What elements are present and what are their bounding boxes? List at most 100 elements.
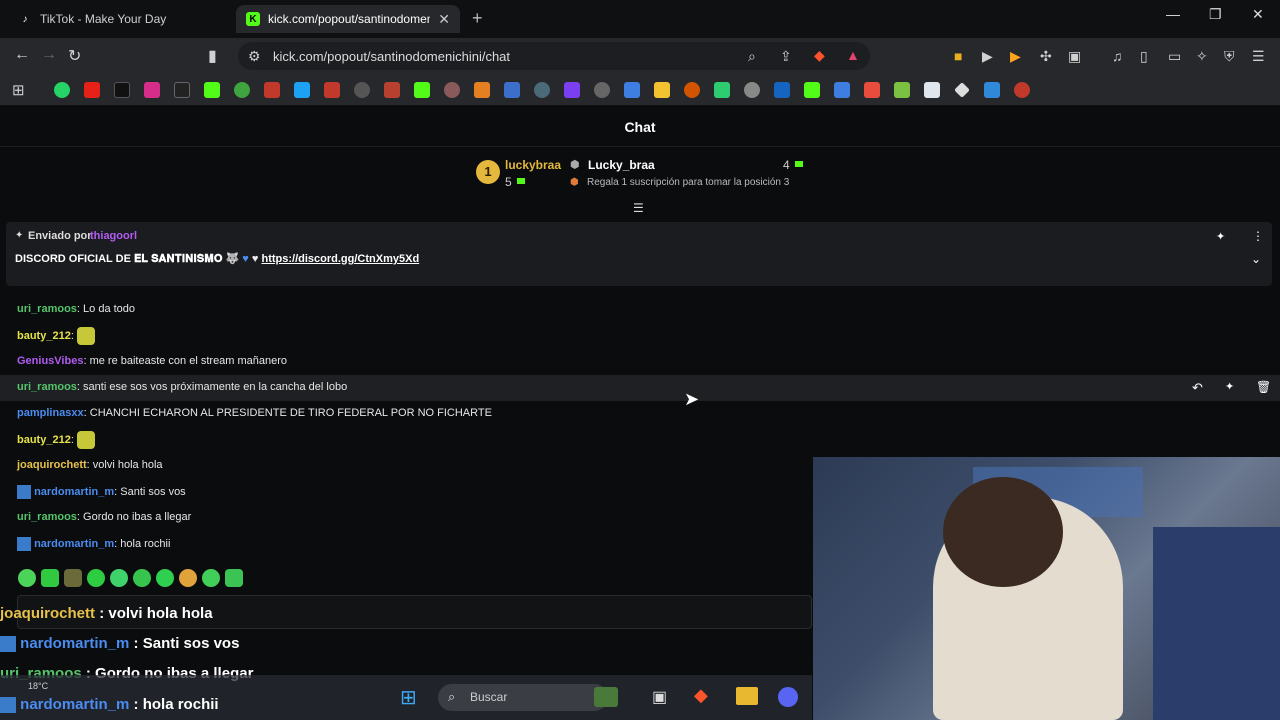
- bookmark-icon[interactable]: [354, 82, 370, 98]
- bookmark-icon[interactable]: [714, 82, 730, 98]
- download-icon[interactable]: [864, 82, 880, 98]
- x-icon[interactable]: [174, 82, 190, 98]
- emote-icon[interactable]: [179, 569, 197, 587]
- share-icon[interactable]: ⇪: [780, 48, 792, 65]
- pin-icon[interactable]: ✦: [1225, 380, 1234, 393]
- url-field[interactable]: ⚙ kick.com/popout/santinodomenichini/cha…: [238, 42, 870, 70]
- bookmark-icon[interactable]: [234, 82, 250, 98]
- bookmark-icon[interactable]: [1014, 82, 1030, 98]
- back-icon[interactable]: ←: [14, 46, 30, 64]
- download-icon[interactable]: [984, 82, 1000, 98]
- whatsapp-icon[interactable]: [54, 82, 70, 98]
- music-icon[interactable]: ♫: [1112, 48, 1123, 64]
- paypal-icon[interactable]: [774, 82, 790, 98]
- message-user[interactable]: GeniusVibes: [17, 355, 83, 367]
- second-user[interactable]: Lucky_braa: [588, 158, 655, 172]
- forward-icon[interactable]: →: [41, 46, 57, 64]
- bookmark-icon[interactable]: [534, 82, 550, 98]
- bookmark-icon[interactable]: [654, 82, 670, 98]
- discord-icon[interactable]: [778, 687, 798, 707]
- emote-icon[interactable]: [202, 569, 220, 587]
- delete-icon[interactable]: 🗑: [1256, 380, 1271, 394]
- emote-icon[interactable]: [156, 569, 174, 587]
- gmail-icon[interactable]: [264, 82, 280, 98]
- unpin-icon[interactable]: ✦: [1216, 230, 1225, 243]
- emote-icon[interactable]: [110, 569, 128, 587]
- docs-icon[interactable]: [624, 82, 640, 98]
- tab-tiktok[interactable]: ♪ TikTok - Make Your Day: [8, 5, 232, 33]
- instagram-icon[interactable]: [144, 82, 160, 98]
- twitch-icon[interactable]: [564, 82, 580, 98]
- message-user[interactable]: bauty_212: [17, 330, 71, 342]
- emote-icon[interactable]: [133, 569, 151, 587]
- task-view-icon[interactable]: ▣: [652, 687, 667, 707]
- bookmark-icon[interactable]: ▮: [208, 46, 217, 66]
- leo-icon[interactable]: ✧: [1196, 48, 1208, 65]
- maximize-icon[interactable]: ❐: [1209, 6, 1222, 23]
- discord-link[interactable]: https://discord.gg/CtnXmy5Xd: [261, 253, 419, 265]
- message-user[interactable]: pamplinasxx: [17, 407, 84, 419]
- apps-grid-icon[interactable]: ⊞: [12, 81, 25, 99]
- bookmark-icon[interactable]: [474, 82, 490, 98]
- puzzle-icon[interactable]: ✣: [1040, 48, 1052, 65]
- close-tab-icon[interactable]: ✕: [438, 11, 450, 28]
- bookmark-icon[interactable]: [504, 82, 520, 98]
- message-user[interactable]: uri_ramoos: [17, 303, 77, 315]
- message-user[interactable]: nardomartin_m: [34, 538, 114, 550]
- emote-icon[interactable]: [64, 569, 82, 587]
- reply-icon[interactable]: ↶: [1192, 380, 1203, 396]
- new-tab-icon[interactable]: +: [472, 8, 483, 29]
- brave-shield-icon[interactable]: ◆: [814, 47, 825, 64]
- vpn-icon[interactable]: ⛨: [1224, 48, 1235, 65]
- message-user[interactable]: bauty_212: [17, 434, 71, 446]
- minimize-icon[interactable]: —: [1166, 6, 1180, 22]
- message-user[interactable]: joaquirochett: [17, 459, 87, 471]
- openai-icon[interactable]: [594, 82, 610, 98]
- message-user[interactable]: uri_ramoos: [17, 511, 77, 523]
- expand-leaderboard-icon[interactable]: ☰: [633, 201, 644, 215]
- brave-icon[interactable]: ◆: [694, 685, 708, 706]
- download-icon[interactable]: [894, 82, 910, 98]
- stats-icon[interactable]: [324, 82, 340, 98]
- sidebar-icon[interactable]: ▯: [1140, 48, 1148, 65]
- bookmark-icon[interactable]: [384, 82, 400, 98]
- taskbar-search[interactable]: ⌕ Buscar: [438, 684, 608, 711]
- kick-icon[interactable]: [804, 82, 820, 98]
- extension-icon[interactable]: ■: [954, 48, 962, 64]
- site-info-icon[interactable]: ⚙: [248, 48, 261, 65]
- kick-icon[interactable]: [414, 82, 430, 98]
- docs-icon[interactable]: [834, 82, 850, 98]
- media-icon[interactable]: ▶: [1010, 48, 1021, 65]
- emote-icon[interactable]: [41, 569, 59, 587]
- bookmark-icon[interactable]: [744, 82, 760, 98]
- pinned-sender[interactable]: thiagoorl: [90, 230, 137, 242]
- tab-kick[interactable]: K kick.com/popout/santinodomenichini/cha…: [236, 5, 460, 33]
- screenshot-icon[interactable]: ▣: [1068, 48, 1081, 65]
- youtube-icon[interactable]: [84, 82, 100, 98]
- bookmark-icon[interactable]: [684, 82, 700, 98]
- reload-icon[interactable]: ↻: [68, 46, 81, 66]
- bookmark-icon[interactable]: [294, 82, 310, 98]
- play-icon[interactable]: ▶: [982, 48, 993, 65]
- bookmark-icon[interactable]: [954, 82, 970, 98]
- file-icon[interactable]: [924, 82, 940, 98]
- zoom-icon[interactable]: ⌕: [748, 48, 756, 65]
- wallet-icon[interactable]: ▭: [1168, 48, 1181, 65]
- more-options-icon[interactable]: ⋮: [1252, 229, 1264, 243]
- leader-user[interactable]: luckybraa: [505, 158, 561, 172]
- emote-icon[interactable]: [225, 569, 243, 587]
- widget-icon[interactable]: [594, 687, 618, 707]
- windows-start-icon[interactable]: ⊞: [400, 685, 417, 710]
- file-explorer-icon[interactable]: [736, 687, 758, 705]
- menu-icon[interactable]: ☰: [1252, 48, 1265, 65]
- message-user[interactable]: nardomartin_m: [34, 486, 114, 498]
- chevron-down-icon[interactable]: ⌄: [1251, 252, 1261, 266]
- brave-rewards-icon[interactable]: ▲: [846, 47, 860, 63]
- emote-icon[interactable]: [18, 569, 36, 587]
- tiktok-icon[interactable]: [114, 82, 130, 98]
- kick-icon[interactable]: [204, 82, 220, 98]
- message-user[interactable]: uri_ramoos: [17, 381, 77, 393]
- bookmark-icon[interactable]: [444, 82, 460, 98]
- emote-icon[interactable]: [87, 569, 105, 587]
- close-window-icon[interactable]: ✕: [1252, 6, 1264, 23]
